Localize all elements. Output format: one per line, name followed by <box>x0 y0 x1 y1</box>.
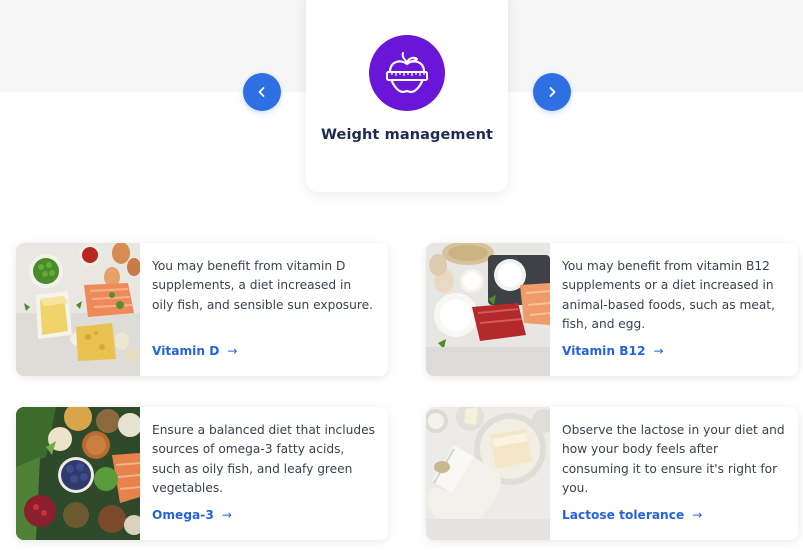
card-body: Observe the lactose in your diet and how… <box>550 407 798 540</box>
card-description: You may benefit from vitamin B12 supplem… <box>562 259 775 331</box>
feature-title: Weight management <box>320 127 494 143</box>
card-link-label: Vitamin D <box>152 344 220 358</box>
card-body: You may benefit from vitamin B12 supplem… <box>550 243 798 376</box>
card-description: You may benefit from vitamin D supplemen… <box>152 259 373 312</box>
salmon-milk-eggs-oats-photo <box>426 243 550 376</box>
card-link-label: Omega-3 <box>152 508 214 522</box>
arrow-right-icon: → <box>221 508 232 522</box>
chevron-right-icon <box>549 87 556 97</box>
vitamin-b12-link[interactable]: Vitamin B12 → <box>562 344 664 358</box>
chevron-left-icon <box>258 87 265 97</box>
arrow-right-icon: → <box>692 508 703 522</box>
arrow-right-icon: → <box>227 344 238 358</box>
lactose-tolerance-link[interactable]: Lactose tolerance → <box>562 508 702 522</box>
arrow-right-icon: → <box>653 344 664 358</box>
card-body: Ensure a balanced diet that includes sou… <box>140 407 388 540</box>
card-link-label: Vitamin B12 <box>562 344 646 358</box>
info-card-lactose-tolerance: Observe the lactose in your diet and how… <box>426 407 798 540</box>
info-card-vitamin-d: You may benefit from vitamin D supplemen… <box>16 243 388 376</box>
vitamin-d-link[interactable]: Vitamin D → <box>152 344 237 358</box>
milk-bottle-cheese-bowls-photo <box>426 407 550 540</box>
info-card-omega-3: Ensure a balanced diet that includes sou… <box>16 407 388 540</box>
info-card-vitamin-b12: You may benefit from vitamin B12 supplem… <box>426 243 798 376</box>
feature-card-weight-management[interactable]: Weight management <box>306 0 508 192</box>
card-body: You may benefit from vitamin D supplemen… <box>140 243 388 376</box>
carousel-next-button[interactable] <box>533 73 571 111</box>
card-description: Observe the lactose in your diet and how… <box>562 423 785 495</box>
omega-3-link[interactable]: Omega-3 → <box>152 508 232 522</box>
card-description: Ensure a balanced diet that includes sou… <box>152 423 375 495</box>
seeds-berries-greens-salmon-photo <box>16 407 140 540</box>
eggs-salmon-cheese-peas-photo <box>16 243 140 376</box>
card-link-label: Lactose tolerance <box>562 508 685 522</box>
apple-measuring-tape-icon <box>369 35 445 111</box>
carousel-prev-button[interactable] <box>243 73 281 111</box>
